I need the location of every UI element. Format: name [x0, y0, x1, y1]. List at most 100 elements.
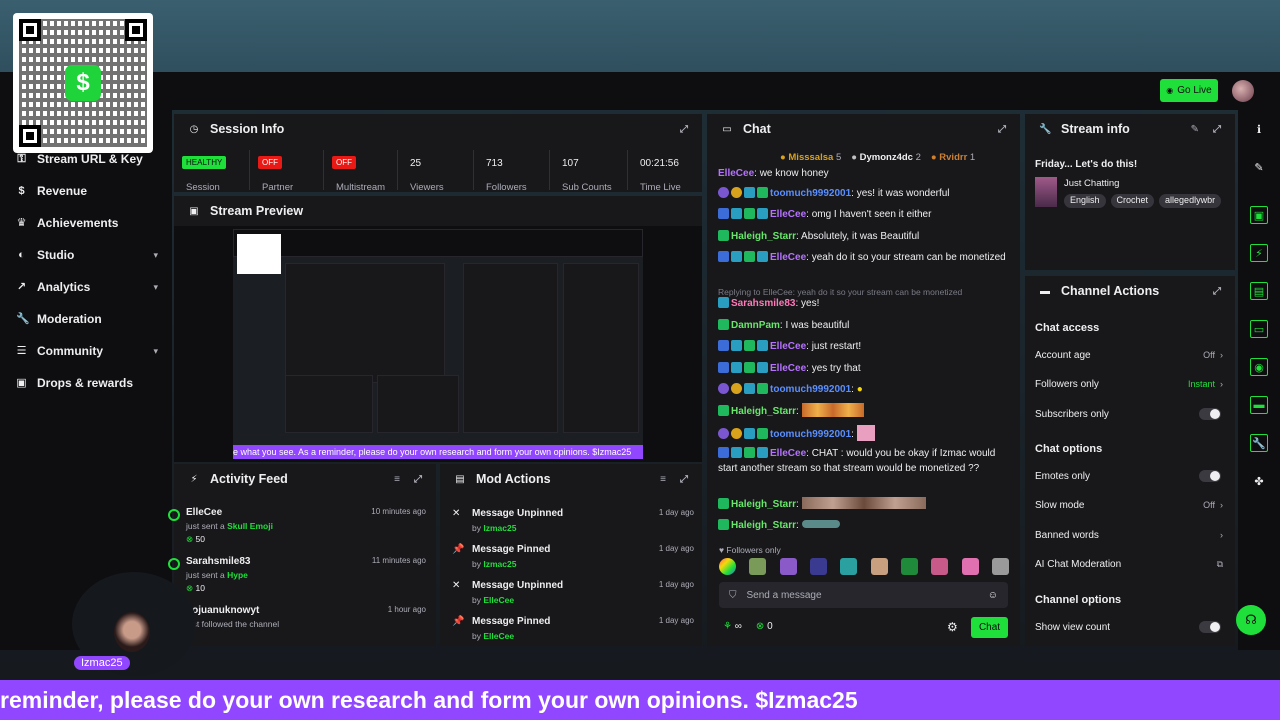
- channel-points-icon: ⊗: [755, 621, 765, 632]
- emote-icon[interactable]: [931, 558, 949, 575]
- badge-icon: [744, 383, 755, 394]
- chat-icon: ▭: [722, 123, 732, 135]
- setting-followers-only[interactable]: Followers only Instant ›: [1035, 379, 1223, 390]
- badge-icon: [731, 208, 742, 219]
- emote-icon[interactable]: [961, 558, 979, 575]
- sidebar-item-analytics[interactable]: ↗ Analytics ▾: [16, 280, 158, 294]
- wrench-icon: 🔧: [16, 312, 30, 325]
- sidebar-item-stream-url[interactable]: ⚿ Stream URL & Key: [16, 152, 158, 166]
- badge-icon: [757, 251, 768, 262]
- sidebar-item-moderation[interactable]: 🔧 Moderation: [16, 312, 158, 326]
- status-badge: HEALTHY: [182, 156, 227, 169]
- chat-settings-icon[interactable]: ⚙: [947, 620, 958, 634]
- emote-icon[interactable]: [900, 558, 918, 575]
- expand-icon[interactable]: ⤢: [998, 124, 1006, 135]
- expand-icon[interactable]: ⤢: [680, 474, 688, 485]
- chat-input[interactable]: ⛉ Send a message ☺: [719, 582, 1008, 608]
- card-toggle-icon[interactable]: ▬: [1250, 396, 1268, 414]
- stat-followers: 713 Followers: [474, 150, 550, 193]
- sidebar-item-achievements[interactable]: ♛ Achievements: [16, 216, 158, 230]
- expand-icon[interactable]: ⤢: [1213, 286, 1221, 297]
- setting-account-age[interactable]: Account age Off ›: [1035, 350, 1223, 361]
- panel-title: Chat: [743, 122, 771, 136]
- emote-icon[interactable]: [870, 558, 888, 575]
- subscribers-only-toggle[interactable]: [1199, 408, 1221, 420]
- chat-message: toomuch9992001: ●: [718, 382, 1008, 397]
- channel-actions-header: ▬ Channel Actions ⤢: [1025, 276, 1235, 306]
- wrench-icon: 🔧: [1039, 123, 1052, 135]
- table-row: 📌 Message Pinned by Izmac25 1 day ago: [452, 544, 694, 569]
- emote-icon[interactable]: [840, 558, 858, 575]
- sidebar-item-revenue[interactable]: $ Revenue: [16, 184, 158, 198]
- stream-preview-video[interactable]: e what you see. As a reminder, please do…: [233, 229, 643, 459]
- list-item: ElleCee just sent a Skull Emoji ⊗ 50 10 …: [168, 507, 426, 545]
- emotes-only-toggle[interactable]: [1199, 470, 1221, 482]
- chat-points: ⚘ ∞ ⊗ 0: [723, 621, 773, 632]
- stream-title: Friday... Let's do this!: [1035, 159, 1138, 170]
- show-view-count-toggle[interactable]: [1199, 621, 1221, 633]
- emote-icon[interactable]: [749, 558, 767, 575]
- extensions-icon[interactable]: ✤: [1250, 472, 1268, 490]
- badge-icon: [731, 383, 742, 394]
- chat-header: ▭ Chat ⤢: [707, 114, 1020, 144]
- badge-icon: [718, 297, 729, 308]
- stat-multistream: OFF Multistream: [324, 150, 398, 193]
- panel-title: Stream info: [1061, 122, 1130, 136]
- badge-icon: [718, 447, 729, 458]
- setting-slow-mode[interactable]: Slow mode Off ›: [1035, 500, 1223, 511]
- tag[interactable]: allegedlywbr: [1159, 194, 1222, 208]
- chat-message: ElleCee: omg I haven't seen it either: [718, 207, 1008, 222]
- setting-banned-words[interactable]: Banned words ›: [1035, 530, 1223, 541]
- chat-send-button[interactable]: Chat: [971, 617, 1008, 638]
- unpin-icon: ✕: [452, 580, 461, 591]
- expand-icon[interactable]: ⤢: [414, 474, 422, 485]
- heart-icon: ♥: [719, 545, 725, 555]
- go-live-button[interactable]: ◉ Go Live: [1160, 79, 1218, 102]
- session-toggle-icon[interactable]: ◉: [1250, 358, 1268, 376]
- sidebar-item-studio[interactable]: ◐ Studio ▾: [16, 248, 158, 262]
- pin-icon: 📌: [452, 616, 465, 627]
- activity-toggle-icon[interactable]: ⚡: [1250, 244, 1268, 262]
- list-toggle-icon[interactable]: ▤: [1250, 282, 1268, 300]
- emote-icon[interactable]: [779, 558, 797, 575]
- chat-toggle-icon[interactable]: ▭: [1250, 320, 1268, 338]
- chevron-right-icon: ›: [1220, 530, 1223, 540]
- setting-ai-moderation[interactable]: AI Chat Moderation ⧉: [1035, 559, 1223, 570]
- filter-icon[interactable]: ≡: [660, 474, 666, 485]
- badge-icon: [731, 428, 742, 439]
- expand-icon[interactable]: ⤢: [1213, 124, 1221, 135]
- edit-icon[interactable]: ✎: [1191, 124, 1199, 135]
- info-icon[interactable]: ℹ: [1250, 120, 1268, 138]
- card-icon: ▬: [1040, 285, 1050, 297]
- chat-message: Haleigh_Starr:: [718, 518, 1008, 533]
- tag[interactable]: Crochet: [1110, 194, 1155, 208]
- emote-icon[interactable]: [719, 558, 736, 575]
- support-chat-icon[interactable]: ☊: [1236, 605, 1266, 635]
- tag[interactable]: English: [1064, 194, 1106, 208]
- badge-icon: [718, 362, 729, 373]
- emote-icon[interactable]: [809, 558, 827, 575]
- sidebar-item-drops[interactable]: ▣ Drops & rewards: [16, 376, 158, 390]
- unpin-icon: ✕: [452, 508, 461, 519]
- preview-ticker: e what you see. As a reminder, please do…: [233, 445, 643, 459]
- cashapp-qr-code: $: [13, 13, 153, 153]
- emote-icon: ●: [856, 384, 863, 395]
- activity-icon: [168, 558, 180, 570]
- preview-toggle-icon[interactable]: ▣: [1250, 206, 1268, 224]
- wrench-toggle-icon[interactable]: 🔧: [1250, 434, 1268, 452]
- preview-chat-panel: [463, 263, 558, 433]
- setting-subscribers-only: Subscribers only: [1035, 408, 1223, 420]
- emoji-icon[interactable]: ☺: [988, 590, 998, 601]
- user-avatar[interactable]: [1232, 80, 1254, 102]
- chat-message: ElleCee: yes try that: [718, 361, 1008, 376]
- expand-icon[interactable]: ⤢: [680, 124, 688, 135]
- table-row: 📌 Message Pinned by ElleCee 1 day ago: [452, 616, 694, 641]
- filter-icon[interactable]: ≡: [394, 474, 400, 485]
- shield-icon: ⛉: [729, 589, 737, 601]
- qr-finder: [125, 19, 147, 41]
- sidebar-item-community[interactable]: ☰ Community ▾: [16, 344, 158, 358]
- chat-message: DamnPam: I was beautiful: [718, 318, 1008, 333]
- emote-icon[interactable]: [991, 558, 1009, 575]
- edit-icon[interactable]: ✎: [1250, 158, 1268, 176]
- badge-icon: [757, 340, 768, 351]
